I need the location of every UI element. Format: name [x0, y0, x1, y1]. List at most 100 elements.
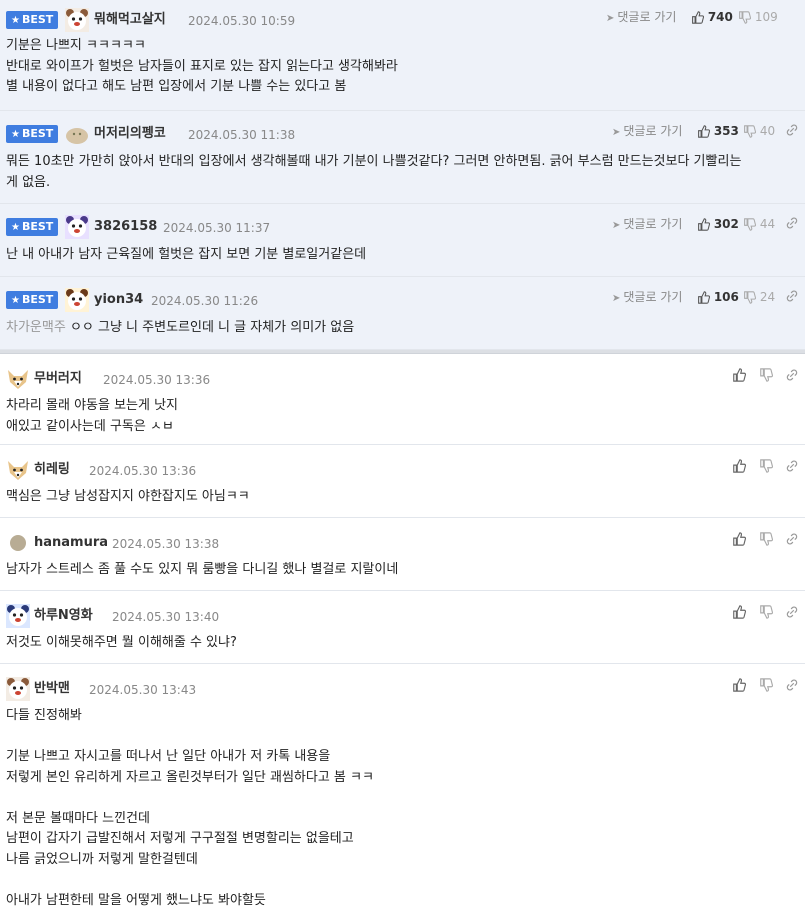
comment-text: 저것도 이해못해주면 뭘 이해해줄 수 있냐? [6, 635, 237, 650]
best-comment: ★ BEST yion34 2024.05.30 11:26 ➤ 댓글로 가기 10… [0, 277, 805, 350]
best-badge: ★ BEST [6, 11, 59, 29]
send-arrow-icon: ➤ [612, 220, 621, 231]
comment-date: 2024.05.30 10:59 [188, 14, 296, 28]
goto-reply-link[interactable]: ➤ 댓글로 가기 [612, 123, 682, 141]
link-icon[interactable] [785, 368, 799, 382]
upvote-button[interactable]: 106 [697, 289, 739, 305]
dog-face-avatar[interactable] [65, 8, 89, 32]
link-icon[interactable] [785, 216, 799, 230]
upvote-button[interactable]: 302 [697, 216, 739, 232]
reply-target-nick[interactable]: 차가운맥주 [6, 320, 66, 335]
nickname[interactable]: 머저리의펭코 [94, 125, 166, 143]
thumbs-up-icon[interactable] [732, 678, 746, 692]
comment-date: 2024.05.30 11:37 [163, 221, 271, 235]
thumbs-down-icon [739, 11, 751, 24]
downvote-button[interactable]: 24 [743, 289, 775, 305]
upvote-count: 106 [713, 290, 739, 304]
comment: 무버러지 2024.05.30 13:36 차라리 몰래 야동을 보는게 낫지 … [0, 354, 805, 445]
thumbs-up-icon [698, 218, 710, 231]
downvote-button[interactable]: 44 [743, 216, 775, 232]
link-icon[interactable] [785, 532, 799, 546]
downvote-count: 40 [759, 124, 776, 138]
comment-date: 2024.05.30 11:26 [151, 294, 259, 308]
dog-face-avatar[interactable] [6, 604, 30, 628]
comment-text: 맥심은 그냥 남성잡지지 야한잡지도 아님ㅋㅋ [6, 489, 250, 504]
star-icon: ★ [11, 15, 20, 26]
thumbs-up-icon[interactable] [732, 459, 746, 473]
downvote-count: 109 [754, 10, 778, 24]
thumbs-up-icon[interactable] [732, 532, 746, 546]
best-badge: ★ BEST [6, 291, 59, 309]
fox-avatar[interactable] [6, 367, 30, 391]
comment-text: 다들 진정해봐 기분 나쁘고 자시고를 떠나서 난 일단 아내가 저 카톡 내용… [6, 708, 374, 908]
goto-reply-link[interactable]: ➤ 댓글로 가기 [612, 216, 682, 234]
nickname[interactable]: 3826158 [94, 218, 157, 236]
thumbs-down-icon[interactable] [759, 605, 773, 619]
comment: 히레링 2024.05.30 13:36 맥심은 그냥 남성잡지지 야한잡지도 … [0, 445, 805, 518]
goto-reply-link[interactable]: ➤ 댓글로 가기 [612, 289, 682, 307]
comment-date: 2024.05.30 13:40 [112, 610, 220, 624]
comment-text: 남자가 스트레스 좀 풀 수도 있지 뭐 룸빵을 다니길 했나 별걸로 지랄이네 [6, 562, 399, 577]
comment-text: 뭐든 10초만 가만히 앉아서 반대의 입장에서 생각해볼때 내가 기분이 나쁠… [6, 154, 742, 190]
star-icon: ★ [11, 222, 20, 233]
nickname[interactable]: hanamura [34, 534, 108, 552]
thumbs-down-icon [744, 291, 756, 304]
link-icon[interactable] [785, 605, 799, 619]
link-icon[interactable] [785, 678, 799, 692]
nickname[interactable]: 반박맨 [34, 680, 70, 698]
comment-date: 2024.05.30 13:38 [112, 537, 220, 551]
thumbs-down-icon[interactable] [759, 368, 773, 382]
dot-avatar[interactable] [6, 531, 30, 555]
thumbs-down-icon[interactable] [759, 459, 773, 473]
link-icon[interactable] [785, 123, 799, 137]
thumbs-up-icon [692, 11, 704, 24]
best-badge: ★ BEST [6, 125, 59, 143]
round-blob-avatar[interactable] [65, 122, 89, 146]
comment-date: 2024.05.30 11:38 [188, 128, 296, 142]
best-comment: ★ BEST 3826158 2024.05.30 11:37 ➤ 댓글로 가기 3… [0, 204, 805, 277]
thumbs-down-icon [744, 218, 756, 231]
comment: 반박맨 2024.05.30 13:43 다들 진정해봐 기분 나쁘고 자시고를… [0, 664, 805, 920]
upvote-button[interactable]: 353 [697, 123, 739, 139]
link-icon[interactable] [785, 289, 799, 303]
thumbs-up-icon [698, 291, 710, 304]
thumbs-down-icon[interactable] [759, 678, 773, 692]
thumbs-up-icon [698, 125, 710, 138]
goto-reply-link[interactable]: ➤ 댓글로 가기 [606, 9, 676, 27]
nickname[interactable]: 뭐해먹고살지 [94, 11, 166, 29]
comment: hanamura 2024.05.30 13:38 남자가 스트레스 좀 풀 수… [0, 518, 805, 591]
comment-date: 2024.05.30 13:36 [89, 464, 197, 478]
comment: 하루N영화 2024.05.30 13:40 저것도 이해못해주면 뭘 이해해줄… [0, 591, 805, 664]
upvote-button[interactable]: 740 [691, 9, 733, 25]
nickname[interactable]: yion34 [94, 291, 143, 309]
comment-date: 2024.05.30 13:36 [103, 373, 211, 387]
comment-text: 차라리 몰래 야동을 보는게 낫지 애있고 같이사는데 구독은 ㅅㅂ [6, 398, 179, 434]
dog-face-avatar[interactable] [6, 677, 30, 701]
link-icon[interactable] [785, 459, 799, 473]
downvote-button[interactable]: 109 [738, 9, 778, 25]
comment-text: 난 내 아내가 남자 근육질에 헐벗은 잡지 보면 기분 별로일거같은데 [6, 247, 367, 262]
thumbs-up-icon[interactable] [732, 605, 746, 619]
send-arrow-icon: ➤ [612, 293, 621, 304]
upvote-count: 740 [707, 10, 733, 24]
best-comment: ★ BEST 뭐해먹고살지 2024.05.30 10:59 ➤ 댓글로 가기 74… [0, 0, 805, 111]
dog-face-avatar[interactable] [65, 215, 89, 239]
nickname[interactable]: 히레링 [34, 461, 70, 479]
thumbs-down-icon [744, 125, 756, 138]
upvote-count: 353 [713, 124, 739, 138]
comment-date: 2024.05.30 13:43 [89, 683, 197, 697]
thumbs-up-icon[interactable] [732, 368, 746, 382]
best-comment: ★ BEST 머저리의펭코 2024.05.30 11:38 ➤ 댓글로 가기 35… [0, 111, 805, 204]
comment-text: 차가운맥주 ㅇㅇ 그냥 니 주변도르인데 니 글 자체가 의미가 없음 [6, 320, 355, 335]
upvote-count: 302 [713, 217, 739, 231]
send-arrow-icon: ➤ [606, 13, 615, 24]
dog-face-avatar[interactable] [65, 288, 89, 312]
nickname[interactable]: 무버러지 [34, 370, 82, 388]
thumbs-down-icon[interactable] [759, 532, 773, 546]
best-badge: ★ BEST [6, 218, 59, 236]
fox-avatar[interactable] [6, 458, 30, 482]
nickname[interactable]: 하루N영화 [34, 607, 93, 625]
downvote-button[interactable]: 40 [743, 123, 775, 139]
send-arrow-icon: ➤ [612, 127, 621, 138]
star-icon: ★ [11, 295, 20, 306]
